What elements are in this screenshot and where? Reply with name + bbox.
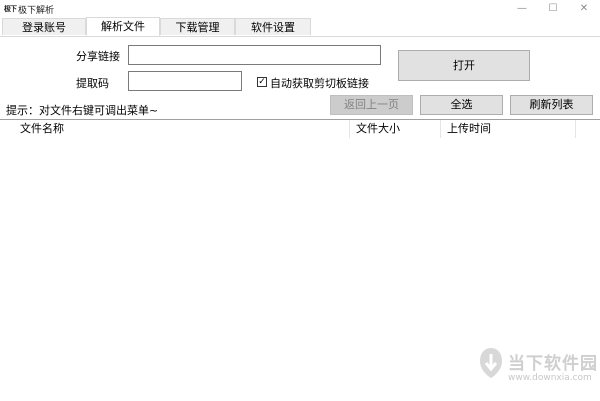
tab-software-settings[interactable]: 软件设置 [235, 18, 311, 35]
column-header-file-size[interactable]: 文件大小 [350, 120, 441, 138]
extract-code-input[interactable] [128, 71, 242, 91]
share-link-input[interactable] [128, 45, 381, 65]
close-icon[interactable]: ✕ [570, 1, 598, 17]
share-link-label: 分享链接 [76, 50, 120, 63]
watermark-name: 当下软件园 [508, 354, 598, 374]
watermark-url: www.downxia.com [508, 373, 592, 383]
watermark: 当下软件园 www.downxia.com [478, 345, 598, 395]
tab-login-account[interactable]: 登录账号 [2, 18, 86, 35]
hint-text: 提示：对文件右键可调出菜单~ [6, 104, 159, 117]
maximize-icon[interactable]: ☐ [539, 1, 567, 17]
downxia-logo-icon [480, 348, 502, 378]
extract-code-label: 提取码 [76, 77, 109, 90]
window-title: 极下解析 [18, 6, 55, 16]
refresh-list-button[interactable]: 刷新列表 [510, 95, 593, 115]
open-button[interactable]: 打开 [398, 50, 530, 81]
select-all-button[interactable]: 全选 [420, 95, 503, 115]
auto-clipboard-label: 自动获取剪切板链接 [270, 77, 369, 90]
auto-clipboard-checkbox[interactable]: ✓ [257, 77, 267, 87]
tab-download-manager[interactable]: 下载管理 [160, 18, 235, 35]
tab-parse-file[interactable]: 解析文件 [86, 17, 160, 36]
minimize-icon[interactable]: — [508, 1, 536, 17]
column-header-file-name[interactable]: 文件名称 [14, 120, 350, 138]
tab-bar: 登录账号 解析文件 下载管理 软件设置 [0, 17, 600, 37]
back-button[interactable]: 返回上一页 [330, 95, 413, 115]
title-bar: 极下 极下解析 — ☐ ✕ [0, 0, 600, 18]
column-header-upload-time[interactable]: 上传时间 [441, 120, 576, 138]
app-logo-icon: 极下 [4, 5, 17, 13]
